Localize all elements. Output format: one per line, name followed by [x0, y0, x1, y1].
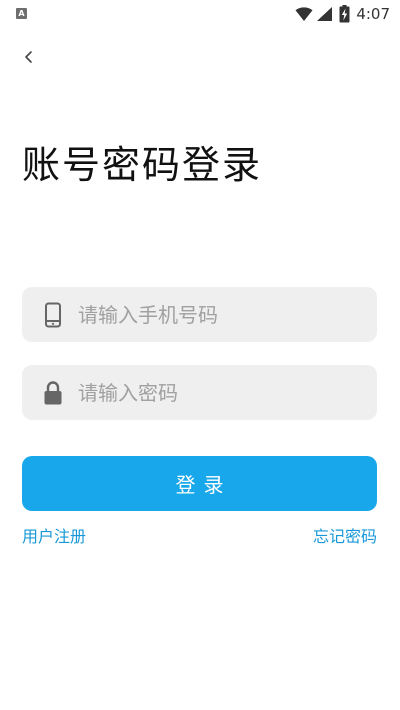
lock-icon: [30, 365, 76, 420]
page-title: 账号密码登录: [22, 143, 263, 187]
status-indicators: 4:07: [295, 4, 390, 24]
phone-icon: [30, 287, 76, 342]
status-time: 4:07: [356, 5, 390, 23]
cellular-signal-icon: [317, 7, 333, 21]
back-button[interactable]: [18, 46, 40, 68]
status-bar: A 4:07: [0, 0, 400, 28]
chevron-left-icon: [25, 51, 32, 63]
wifi-icon: [295, 7, 313, 21]
forgot-password-link[interactable]: 忘记密码: [313, 526, 377, 548]
password-input[interactable]: [76, 365, 358, 420]
battery-charging-icon: [339, 5, 350, 23]
phone-field[interactable]: [22, 287, 377, 342]
phone-input[interactable]: [76, 287, 358, 342]
app-notification-icon: A: [16, 8, 27, 19]
register-link[interactable]: 用户注册: [22, 526, 86, 548]
login-button[interactable]: 登录: [22, 456, 377, 511]
password-field[interactable]: [22, 365, 377, 420]
